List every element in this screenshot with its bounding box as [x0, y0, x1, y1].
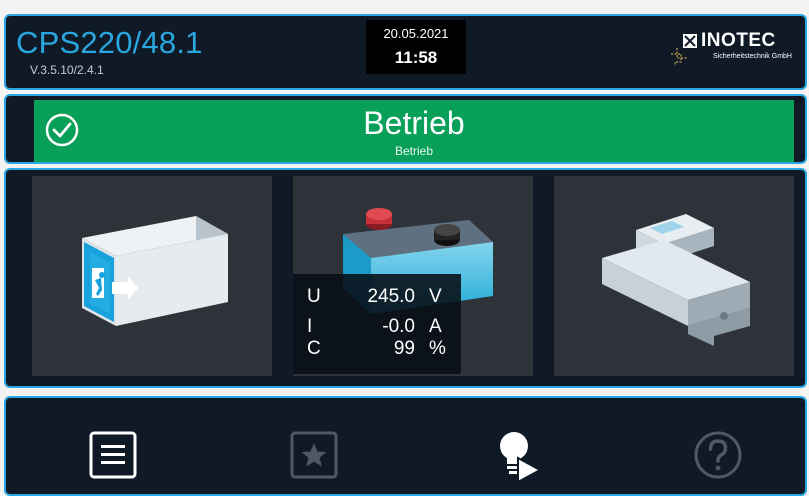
readout-row-voltage: U 245.0 V — [307, 286, 457, 308]
status-panel: Betrieb Betrieb — [4, 94, 807, 164]
menu-list-icon — [89, 431, 137, 479]
favorites-button[interactable] — [287, 428, 343, 484]
battery-readout: U 245.0 V I -0.0 A C 99 % — [293, 274, 461, 374]
light-test-icon — [500, 432, 543, 484]
readout-value: 99 — [393, 338, 415, 359]
toolbar-panel — [4, 396, 807, 496]
device-model-title: CPS220/48.1 — [16, 25, 203, 60]
readout-symbol: C — [307, 338, 321, 359]
help-icon — [694, 431, 742, 479]
logo-subtitle-text: Sicherheitstechnik GmbH — [713, 53, 792, 60]
readout-unit: A — [429, 316, 442, 337]
date-time-display[interactable]: 20.05.2021 11:58 — [366, 20, 466, 74]
exit-sign-icon — [82, 216, 228, 326]
readout-unit: % — [429, 338, 446, 359]
readout-unit: V — [429, 286, 442, 307]
readout-row-capacity: C 99 % — [307, 338, 457, 360]
inotec-logo: INOTEC Sicherheitstechnik GmbH — [669, 30, 797, 70]
readout-value: 245.0 — [367, 286, 415, 307]
readout-value: -0.0 — [382, 316, 415, 337]
luminaires-tile[interactable] — [32, 176, 272, 376]
firmware-version: V.3.5.10/2.4.1 — [30, 63, 104, 77]
logo-brand-text: INOTEC — [701, 30, 776, 51]
status-subtitle: Betrieb — [394, 144, 434, 158]
header-panel: CPS220/48.1 V.3.5.10/2.4.1 20.05.2021 11… — [4, 14, 807, 90]
readout-symbol: U — [307, 286, 321, 307]
din-rail-module-icon — [602, 214, 750, 346]
readout-symbol: I — [307, 316, 313, 337]
module-tile[interactable] — [554, 176, 794, 376]
light-test-button[interactable] — [490, 428, 546, 484]
status-bar[interactable]: Betrieb Betrieb — [34, 100, 794, 162]
battery-tile[interactable]: U 245.0 V I -0.0 A C 99 % — [293, 176, 533, 376]
status-title: Betrieb — [363, 105, 465, 141]
time-label: 11:58 — [394, 48, 438, 67]
help-button[interactable] — [691, 428, 747, 484]
menu-button[interactable] — [86, 428, 142, 484]
readout-row-current: I -0.0 A — [307, 316, 457, 338]
components-panel: U 245.0 V I -0.0 A C 99 % — [4, 168, 807, 388]
favorites-star-icon — [290, 431, 338, 479]
date-label: 20.05.2021 — [383, 26, 449, 41]
logo-mark-icon — [671, 34, 697, 66]
